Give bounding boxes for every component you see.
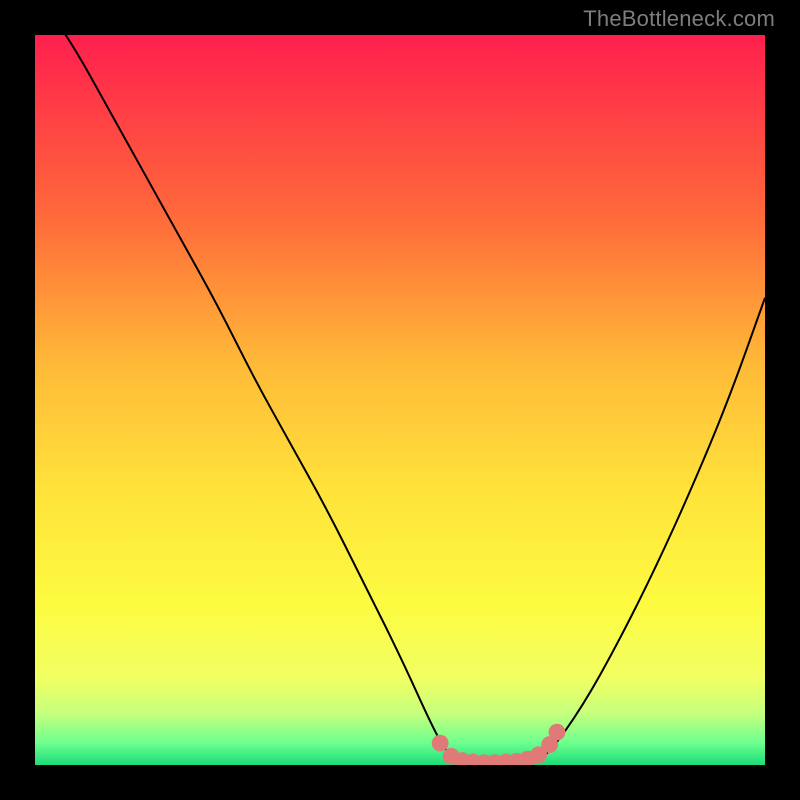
optimal-marker [549,724,566,741]
optimal-marker [432,735,449,752]
plot-area [35,35,765,765]
optimal-zone-markers [35,35,765,765]
watermark-label: TheBottleneck.com [583,6,775,32]
chart-container: TheBottleneck.com [0,0,800,800]
